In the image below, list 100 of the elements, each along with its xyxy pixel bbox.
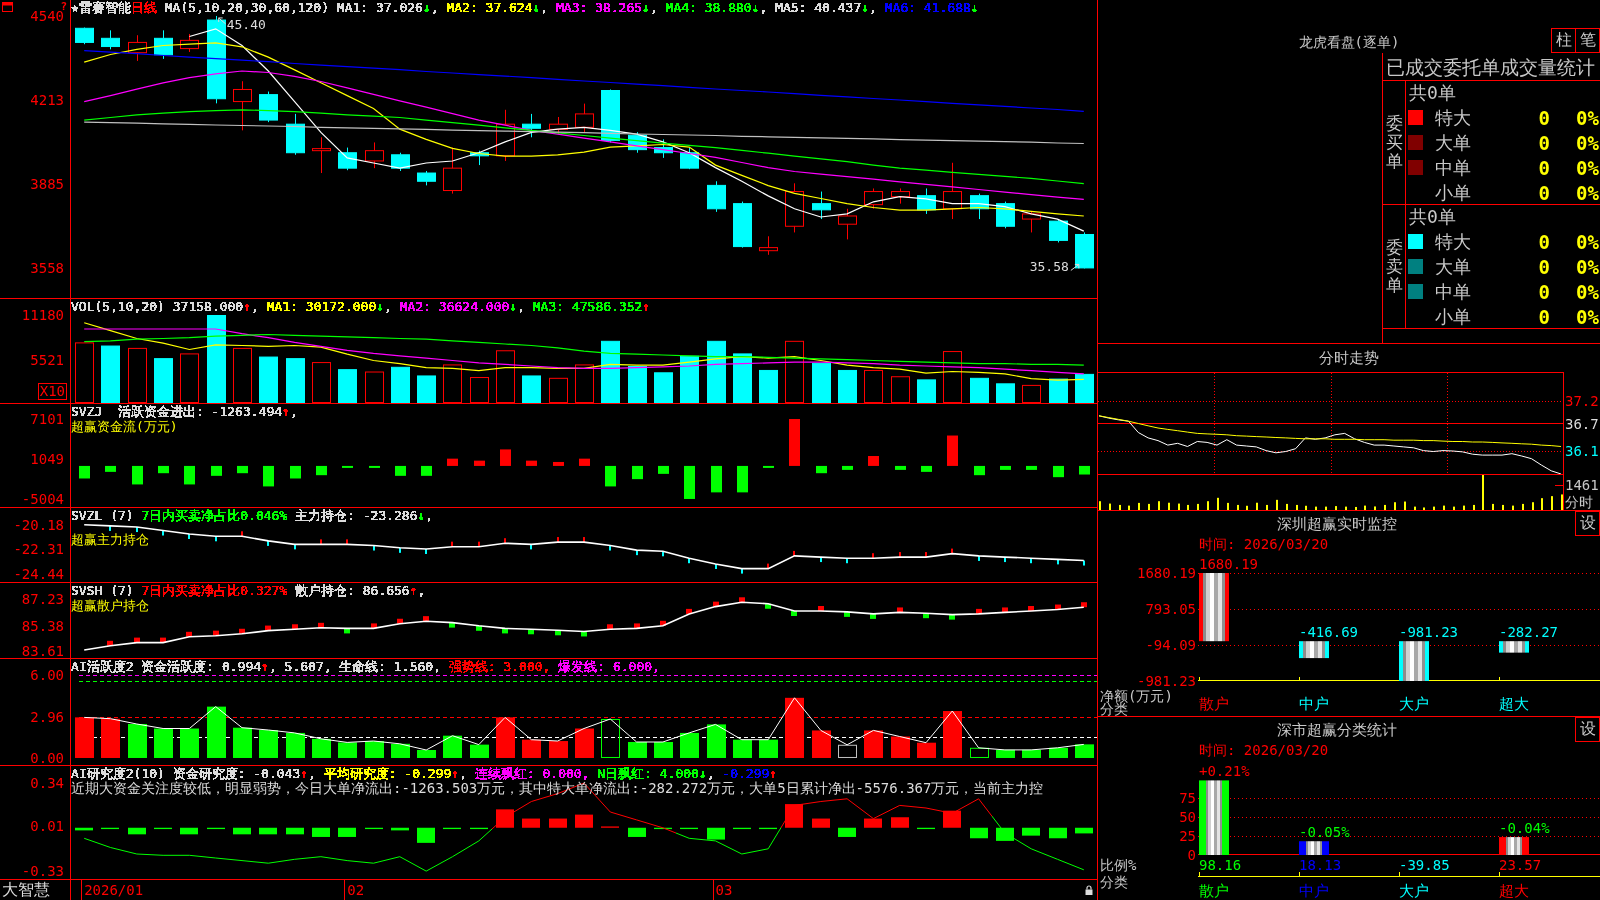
point-marker [870,613,876,619]
axis-label: 25 [1179,829,1196,843]
axis-label: 4213 [30,93,64,107]
chart-title: 深圳超赢实时监控 [1276,515,1397,532]
candlestick [128,34,147,62]
window-icon[interactable] [2,2,13,12]
order-share: 0% [1576,231,1600,252]
lock-icon[interactable] [1085,885,1093,895]
point-marker [346,539,348,545]
axis-label: 1049 [30,452,64,466]
axis-label: 87.23 [21,591,64,606]
order-type-label: 中单 [1435,157,1471,178]
order-total: 共0单 [1409,83,1456,103]
point-marker [897,607,903,613]
order-total: 共0单 [1409,207,1456,227]
candlestick [1049,218,1068,243]
order-type-label: 中单 [1435,281,1471,302]
order-count: 0 [1538,132,1550,153]
chart-title: 分时走势 [1319,350,1379,366]
point-marker [557,537,559,543]
candlestick [680,147,699,170]
value-label: -282.27 [1499,625,1558,640]
candlestick [154,29,173,60]
candlestick [443,147,462,195]
candlestick [470,150,489,166]
settings-button[interactable]: 设 [1575,511,1600,536]
candlestick [759,235,778,256]
point-marker [399,547,401,553]
point-marker [923,613,929,619]
candlestick [917,187,936,215]
point-marker [318,622,324,628]
indicator-legend: SVSH (7) 7日内买卖净占比0.327% 散户持仓: 86.656↑, [71,583,426,598]
category-label: 散户 [1199,884,1229,898]
point-marker [976,608,982,614]
help-mark[interactable]: ? [60,2,67,11]
order-type-label: 特大 [1435,231,1471,252]
candlestick [575,103,594,133]
candlestick [891,187,910,205]
order-count: 0 [1538,231,1550,252]
settings-button[interactable]: 设 [1575,717,1600,742]
axis-label: 5521 [30,352,64,367]
point-marker [662,551,664,557]
axis-caption: 分类 [1100,702,1128,716]
point-marker [820,557,822,563]
axis-label: 3558 [30,261,64,276]
candlestick [707,180,726,213]
order-share: 0% [1576,157,1600,178]
candlestick [522,113,541,138]
point-marker [294,544,296,550]
point-marker [739,597,745,603]
point-marker [241,531,243,537]
point-marker [344,628,350,634]
indicator-legend: AI研究度2(10) 资金研究度: -0.043↑, 平均研究度: -0.299↑, 连续飘红: 0.000, N日飘红: 4.000↓, -0.299↑ [71,766,778,781]
value-label: -416.69 [1299,625,1358,640]
point-marker [713,601,719,607]
point-marker [793,550,795,556]
view-button[interactable]: 笔 [1575,28,1600,53]
order-share: 0% [1576,132,1600,153]
point-marker [844,611,850,617]
axis-caption: 比例% [1100,858,1137,872]
date-label: 2026/01 [81,880,144,900]
point-marker [686,608,692,614]
value-label: -39.85 [1399,858,1450,872]
category-label: 中户 [1299,697,1329,711]
point-marker [1004,557,1006,563]
value-label: -981.23 [1399,625,1458,640]
candlestick [733,201,752,249]
axis-label: -981.23 [1137,674,1196,688]
point-marker [1028,606,1034,611]
candlestick [785,182,804,233]
order-share: 0% [1576,256,1600,277]
axis-caption: 净额(万元) [1100,689,1173,703]
point-marker [767,563,769,569]
candlestick [1075,231,1094,269]
point-marker [267,540,269,546]
change-label: +0.21% [1199,764,1250,779]
axis-label: 2.96 [30,710,64,725]
point-marker [872,553,874,559]
date-caption: 时间: 2026/03/20 [1199,742,1329,758]
point-marker [660,620,666,626]
axis-label: 0 [1187,848,1196,862]
axis-label: 0.00 [30,750,64,765]
axis-label: 0.01 [30,819,64,834]
candlestick [654,138,673,159]
indicator-legend: SVZL (7) 7日内买卖净占比0.046% 主力持仓: -23.286↓, [71,508,434,523]
axis-label: 4540 [30,8,64,23]
order-type-label: 大单 [1435,132,1471,153]
point-marker [555,630,561,636]
point-marker [978,555,980,561]
brand-label: 大智慧 [1,881,51,899]
point-marker [634,623,640,629]
category-label: 大户 [1399,884,1429,898]
side-label: 委卖单 [1385,238,1403,295]
view-button[interactable]: 柱 [1551,28,1576,53]
order-type-label: 大单 [1435,256,1471,277]
point-marker [818,606,824,611]
axis-label: -22.31 [13,542,64,557]
point-marker [134,637,140,643]
candlestick [628,131,647,154]
point-marker [109,525,111,531]
